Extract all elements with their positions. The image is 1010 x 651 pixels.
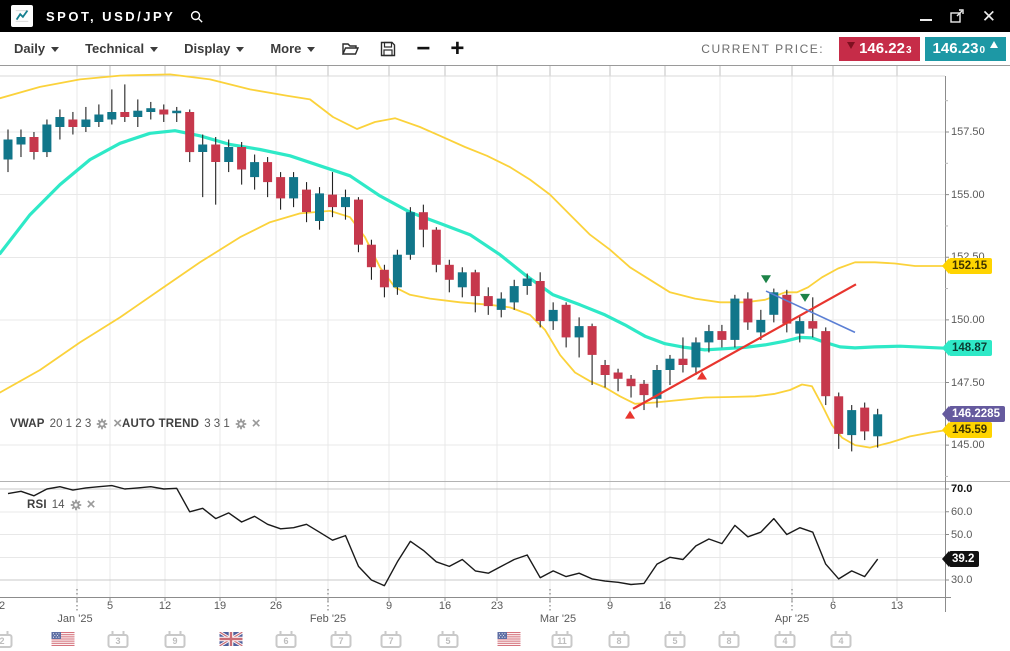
ask-price-badge: 146.23 0 [925, 37, 1006, 61]
bid-price-value: 146.22 [859, 40, 905, 57]
technical-menu-label: Technical [85, 41, 144, 56]
ask-price-value: 146.23 [933, 40, 979, 57]
current-price-label: CURRENT PRICE: [701, 42, 824, 56]
window-controls: ✕ [920, 8, 1010, 25]
window-title: SPOT, USD/JPY [46, 9, 175, 24]
vwap-indicator-label: VWAP 20 1 2 3 × [10, 418, 122, 430]
more-menu-label: More [270, 41, 301, 56]
bid-price-badge: 146.22 3 [839, 37, 919, 61]
close-icon[interactable]: × [252, 418, 261, 430]
more-menu[interactable]: More [270, 41, 315, 56]
gear-icon[interactable] [235, 418, 247, 430]
auto-trend-indicator-name: AUTO TREND [122, 418, 199, 430]
interval-menu[interactable]: Daily [14, 41, 59, 56]
ask-price-pip: 0 [979, 45, 985, 56]
price-up-arrow-icon [990, 41, 998, 48]
chevron-down-icon [236, 47, 244, 52]
open-folder-icon[interactable] [341, 41, 360, 57]
chevron-down-icon [51, 47, 59, 52]
zoom-in-icon[interactable]: + [450, 39, 464, 59]
zoom-out-icon[interactable]: − [416, 39, 430, 59]
app-chart-icon [11, 5, 33, 27]
price-down-arrow-icon [847, 42, 855, 49]
rsi-indicator-name: RSI [27, 499, 47, 511]
display-menu-label: Display [184, 41, 230, 56]
technical-menu[interactable]: Technical [85, 41, 158, 56]
gear-icon[interactable] [70, 499, 82, 511]
vwap-indicator-name: VWAP [10, 418, 45, 430]
chevron-down-icon [150, 47, 158, 52]
auto-trend-indicator-label: AUTO TREND 3 3 1 × [122, 418, 261, 430]
close-icon[interactable]: × [113, 418, 122, 430]
candlestick-chart[interactable] [0, 66, 1010, 648]
popout-icon[interactable] [949, 8, 965, 24]
auto-trend-indicator-params: 3 3 1 [204, 418, 230, 430]
current-price-area: CURRENT PRICE: 146.22 3 146.23 0 [701, 37, 1006, 61]
bid-price-pip: 3 [906, 45, 912, 56]
search-icon[interactable] [189, 9, 204, 24]
display-menu[interactable]: Display [184, 41, 244, 56]
rsi-indicator-params: 14 [52, 499, 65, 511]
save-icon[interactable] [380, 41, 396, 57]
close-icon[interactable]: × [87, 499, 96, 511]
chevron-down-icon [307, 47, 315, 52]
title-bar: SPOT, USD/JPY ✕ [0, 0, 1010, 32]
minimize-icon[interactable] [920, 11, 932, 21]
close-icon[interactable]: ✕ [982, 8, 996, 25]
chart-toolbar: Daily Technical Display More − + CURRENT… [0, 32, 1010, 66]
rsi-indicator-label: RSI 14 × [27, 499, 95, 511]
interval-menu-label: Daily [14, 41, 45, 56]
trading-app-window: { "window": { "title": "SPOT, USD/JPY", … [0, 0, 1010, 648]
vwap-indicator-params: 20 1 2 3 [50, 418, 92, 430]
gear-icon[interactable] [96, 418, 108, 430]
